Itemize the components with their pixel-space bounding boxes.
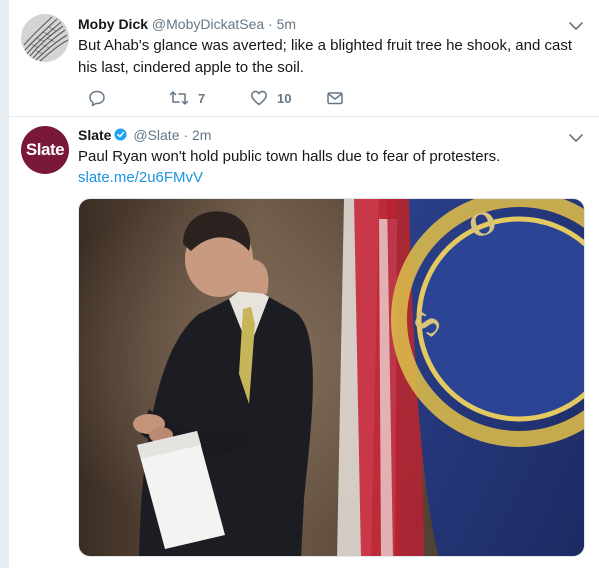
timestamp[interactable]: 5m xyxy=(277,16,296,32)
retweet-button[interactable]: 7 xyxy=(169,88,205,108)
avatar[interactable] xyxy=(21,14,69,62)
avatar-logo-text: Slate xyxy=(25,140,65,159)
chevron-down-icon[interactable] xyxy=(568,131,584,145)
tweet-header: Slate @Slate · 2m xyxy=(78,127,211,143)
direct-message-button[interactable] xyxy=(326,88,344,108)
separator: · xyxy=(183,127,189,143)
heart-icon xyxy=(251,90,267,106)
retweet-icon xyxy=(169,91,189,105)
verified-badge-icon xyxy=(114,128,128,141)
author-name[interactable]: Moby Dick xyxy=(78,16,148,32)
tweet-link[interactable]: slate.me/2u6FMvV xyxy=(78,167,203,189)
tweet-text: Paul Ryan won't hold public town halls d… xyxy=(78,148,501,165)
tweet[interactable]: Slate Slate @Slate · 2m Paul Ryan won't … xyxy=(9,118,599,568)
retweet-count: 7 xyxy=(198,90,206,106)
avatar[interactable]: Slate xyxy=(21,126,69,174)
author-handle[interactable]: @Slate xyxy=(133,127,179,143)
tweet[interactable]: Moby Dick @MobyDickatSea · 5m But Ahab's… xyxy=(9,0,599,117)
timestamp[interactable]: 2m xyxy=(192,127,211,143)
tweet-text: But Ahab's glance was averted; like a bl… xyxy=(78,37,572,76)
author-handle[interactable]: @MobyDickatSea xyxy=(152,16,264,32)
author-name[interactable]: Slate xyxy=(78,127,111,143)
like-button[interactable]: 10 xyxy=(250,88,291,108)
reply-button[interactable] xyxy=(88,88,106,108)
tweet-photo[interactable]: S O xyxy=(78,198,585,557)
like-count: 10 xyxy=(277,90,292,106)
separator: · xyxy=(268,16,273,32)
timeline: Moby Dick @MobyDickatSea · 5m But Ahab's… xyxy=(8,0,599,568)
tweet-actions: 7 10 xyxy=(78,88,378,108)
reply-icon xyxy=(89,90,105,107)
envelope-icon xyxy=(327,92,343,105)
tweet-header: Moby Dick @MobyDickatSea · 5m xyxy=(78,16,296,32)
chevron-down-icon[interactable] xyxy=(568,19,584,33)
